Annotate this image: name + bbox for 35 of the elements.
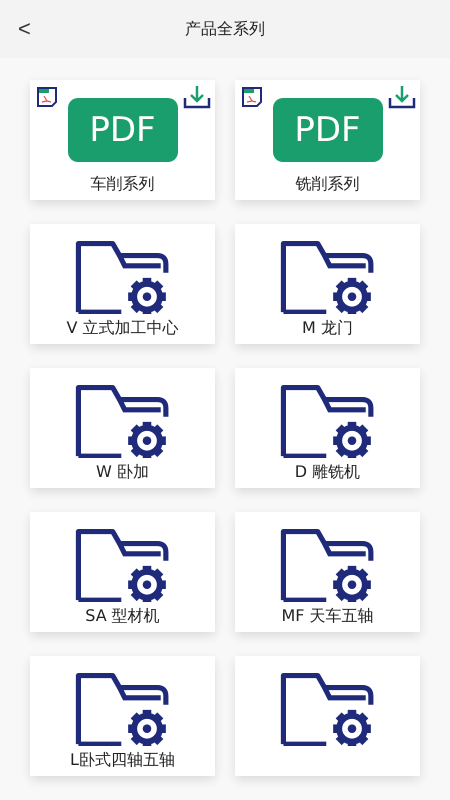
category-card[interactable]: W 卧加: [30, 368, 215, 488]
folder-gear-icon: [74, 240, 170, 314]
folder-gear-icon: [280, 384, 376, 458]
folder-gear-icon: [74, 384, 170, 458]
download-icon[interactable]: [388, 84, 416, 110]
card-label: M 龙门: [302, 318, 353, 338]
card-label: 车削系列: [90, 174, 154, 194]
folder-gear-icon: [280, 240, 376, 314]
card-label: SA 型材机: [85, 606, 160, 626]
card-label: 铣削系列: [296, 174, 360, 194]
card-label: MF 天车五轴: [281, 606, 374, 626]
category-card[interactable]: SA 型材机: [30, 512, 215, 632]
page-title: 产品全系列: [185, 18, 265, 40]
category-card[interactable]: M 龙门: [235, 224, 420, 344]
folder-gear-icon: [280, 672, 376, 746]
category-card[interactable]: L卧式四轴五轴: [30, 656, 215, 776]
card-label: W 卧加: [96, 462, 149, 482]
pdf-badge: PDF: [68, 98, 178, 162]
category-card[interactable]: PDF 车削系列: [30, 80, 215, 200]
category-card[interactable]: PDF 铣削系列: [235, 80, 420, 200]
pdf-file-icon: [241, 86, 263, 108]
download-icon[interactable]: [183, 84, 211, 110]
folder-gear-icon: [74, 672, 170, 746]
card-label: D 雕铣机: [294, 462, 360, 482]
card-label: L卧式四轴五轴: [70, 750, 175, 770]
card-label: V 立式加工中心: [66, 318, 179, 338]
back-button[interactable]: <: [18, 18, 31, 40]
category-card[interactable]: [235, 656, 420, 776]
pdf-file-icon: [36, 86, 58, 108]
folder-gear-icon: [74, 528, 170, 602]
category-card[interactable]: MF 天车五轴: [235, 512, 420, 632]
pdf-badge: PDF: [272, 98, 382, 162]
category-card[interactable]: V 立式加工中心: [30, 224, 215, 344]
folder-gear-icon: [280, 528, 376, 602]
category-card[interactable]: D 雕铣机: [235, 368, 420, 488]
